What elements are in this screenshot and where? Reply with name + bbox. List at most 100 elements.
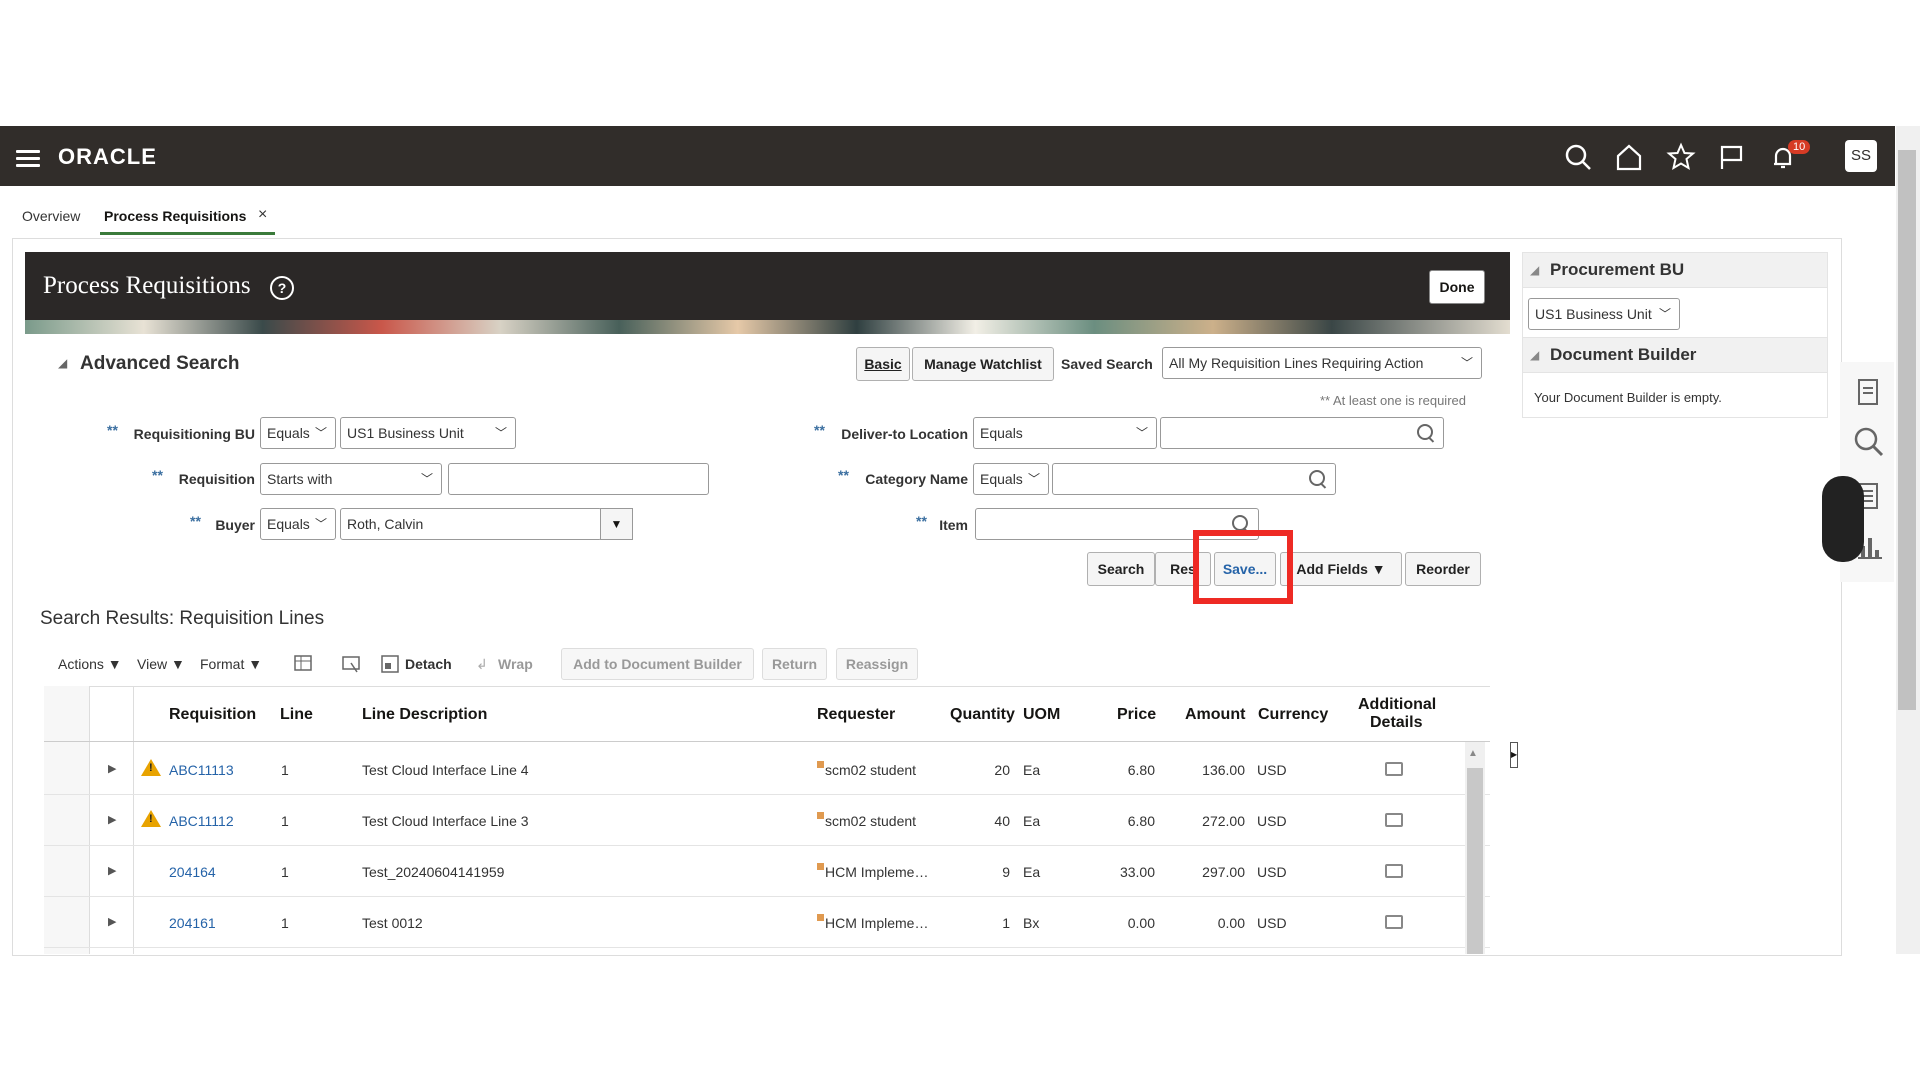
add-to-document-builder-button[interactable]: Add to Document Builder: [561, 648, 754, 680]
deliver-to-input[interactable]: [1160, 417, 1444, 449]
close-tab-icon[interactable]: ×: [258, 206, 267, 224]
done-button[interactable]: Done: [1429, 270, 1485, 304]
home-icon[interactable]: [1614, 142, 1644, 172]
quantity-cell: 40: [994, 813, 1010, 829]
req-bu-operator[interactable]: Equals ﹀: [260, 417, 336, 449]
requester-cell: HCM Impleme…: [825, 915, 929, 931]
manage-watchlist-button[interactable]: Manage Watchlist: [912, 347, 1054, 381]
wrap-icon: ↲: [476, 656, 488, 672]
tab-overview[interactable]: Overview: [22, 208, 80, 224]
currency-cell: USD: [1257, 864, 1287, 880]
buyer-dropdown-button[interactable]: ▼: [600, 508, 633, 540]
requisition-link[interactable]: ABC11112: [169, 813, 234, 829]
col-line[interactable]: Line: [280, 706, 313, 724]
col-currency[interactable]: Currency: [1258, 706, 1328, 724]
format-menu[interactable]: Format ▼: [200, 656, 262, 672]
req-bu-select[interactable]: US1 Business Unit ﹀: [340, 417, 516, 449]
actions-menu[interactable]: Actions ▼: [58, 656, 122, 672]
buyer-input[interactable]: Roth, Calvin: [340, 508, 602, 540]
document-icon[interactable]: [1856, 378, 1880, 406]
col-price[interactable]: Price: [1117, 706, 1156, 724]
buyer-operator[interactable]: Equals ﹀: [260, 508, 336, 540]
details-icon[interactable]: [1385, 762, 1403, 776]
saved-search-select[interactable]: All My Requisition Lines Requiring Actio…: [1162, 347, 1482, 379]
category-operator[interactable]: Equals ﹀: [973, 463, 1049, 495]
tab-process-requisitions[interactable]: Process Requisitions: [104, 208, 246, 224]
required-marker: **: [838, 467, 849, 483]
requisition-input[interactable]: [448, 463, 709, 495]
col-requester[interactable]: Requester: [817, 706, 895, 724]
reassign-button[interactable]: Reassign: [836, 648, 918, 680]
add-fields-button[interactable]: Add Fields ▼: [1280, 552, 1402, 586]
expand-row-icon[interactable]: ▶: [108, 915, 116, 928]
view-menu[interactable]: View ▼: [137, 656, 185, 672]
requester-cell: HCM Impleme…: [825, 864, 929, 880]
requisition-link[interactable]: 204161: [169, 915, 216, 931]
line-cell: 1: [281, 813, 289, 829]
search-icon[interactable]: [1309, 470, 1325, 486]
export-icon[interactable]: [341, 654, 361, 674]
document-builder-title: Document Builder: [1550, 345, 1697, 364]
price-cell: 6.80: [1127, 762, 1155, 778]
col-requisition[interactable]: Requisition: [169, 706, 256, 724]
search-icon[interactable]: [1853, 426, 1885, 458]
line-cell: 1: [281, 762, 289, 778]
help-icon[interactable]: ?: [270, 276, 294, 300]
procurement-bu-title: Procurement BU: [1550, 260, 1685, 279]
user-avatar[interactable]: SS: [1845, 140, 1877, 172]
menu-icon[interactable]: [16, 150, 40, 168]
panel-toggle-icon[interactable]: ▶: [1510, 742, 1518, 768]
chevron-down-icon: ﹀: [420, 472, 433, 486]
col-uom[interactable]: UOM: [1023, 706, 1060, 724]
search-icon[interactable]: [1232, 515, 1248, 531]
oracle-logo[interactable]: ORACLE: [58, 144, 157, 170]
scroll-up-icon[interactable]: ▲: [1468, 748, 1478, 759]
page-scrollbar-thumb[interactable]: [1898, 150, 1916, 710]
deliver-to-operator[interactable]: Equals ﹀: [973, 417, 1157, 449]
flag-icon[interactable]: [1717, 142, 1747, 172]
details-icon[interactable]: [1385, 813, 1403, 827]
col-line-description[interactable]: Line Description: [362, 706, 487, 724]
required-marker: **: [107, 422, 118, 438]
chevron-down-icon: ﹀: [494, 426, 507, 440]
star-icon[interactable]: [1666, 142, 1696, 172]
requisition-operator[interactable]: Starts with ﹀: [260, 463, 442, 495]
details-icon[interactable]: [1385, 915, 1403, 929]
drag-handle[interactable]: [1822, 476, 1864, 562]
expand-row-icon[interactable]: ▶: [108, 864, 116, 877]
procurement-bu-value: US1 Business Unit: [1535, 306, 1652, 322]
collapse-triangle-icon[interactable]: ◢: [58, 356, 67, 370]
search-icon[interactable]: [1417, 424, 1433, 440]
advanced-search-title[interactable]: Advanced Search: [80, 353, 239, 375]
grid-scrollbar-thumb[interactable]: [1467, 768, 1483, 954]
detach-label[interactable]: Detach: [405, 656, 452, 672]
grid-border: [44, 686, 1490, 687]
col-details[interactable]: Details: [1370, 714, 1422, 732]
saved-search-value: All My Requisition Lines Requiring Actio…: [1169, 355, 1424, 371]
collapse-triangle-icon[interactable]: ◢: [1530, 348, 1539, 362]
requisition-link[interactable]: 204164: [169, 864, 216, 880]
expand-row-icon[interactable]: ▶: [108, 762, 116, 775]
col-quantity[interactable]: Quantity: [950, 706, 1015, 724]
col-amount[interactable]: Amount: [1185, 706, 1245, 724]
required-note: ** At least one is required: [1320, 393, 1466, 408]
procurement-bu-select[interactable]: US1 Business Unit ﹀: [1528, 298, 1680, 330]
basic-button[interactable]: Basic: [856, 347, 910, 381]
search-icon[interactable]: [1563, 142, 1593, 172]
search-button[interactable]: Search: [1087, 552, 1155, 586]
expand-row-icon[interactable]: ▶: [108, 813, 116, 826]
row-divider: [44, 794, 1490, 795]
return-button[interactable]: Return: [762, 648, 827, 680]
freeze-icon[interactable]: [293, 654, 313, 674]
reorder-button[interactable]: Reorder: [1405, 552, 1481, 586]
requisition-link[interactable]: ABC11113: [169, 762, 234, 778]
chevron-down-icon: ﹀: [314, 426, 327, 440]
quantity-cell: 20: [994, 762, 1010, 778]
col-additional[interactable]: Additional: [1358, 696, 1436, 714]
amount-cell: 272.00: [1202, 813, 1245, 829]
category-input[interactable]: [1052, 463, 1336, 495]
collapse-triangle-icon[interactable]: ◢: [1530, 263, 1539, 277]
detach-icon[interactable]: [380, 654, 400, 674]
results-title: Search Results: Requisition Lines: [40, 608, 325, 629]
details-icon[interactable]: [1385, 864, 1403, 878]
